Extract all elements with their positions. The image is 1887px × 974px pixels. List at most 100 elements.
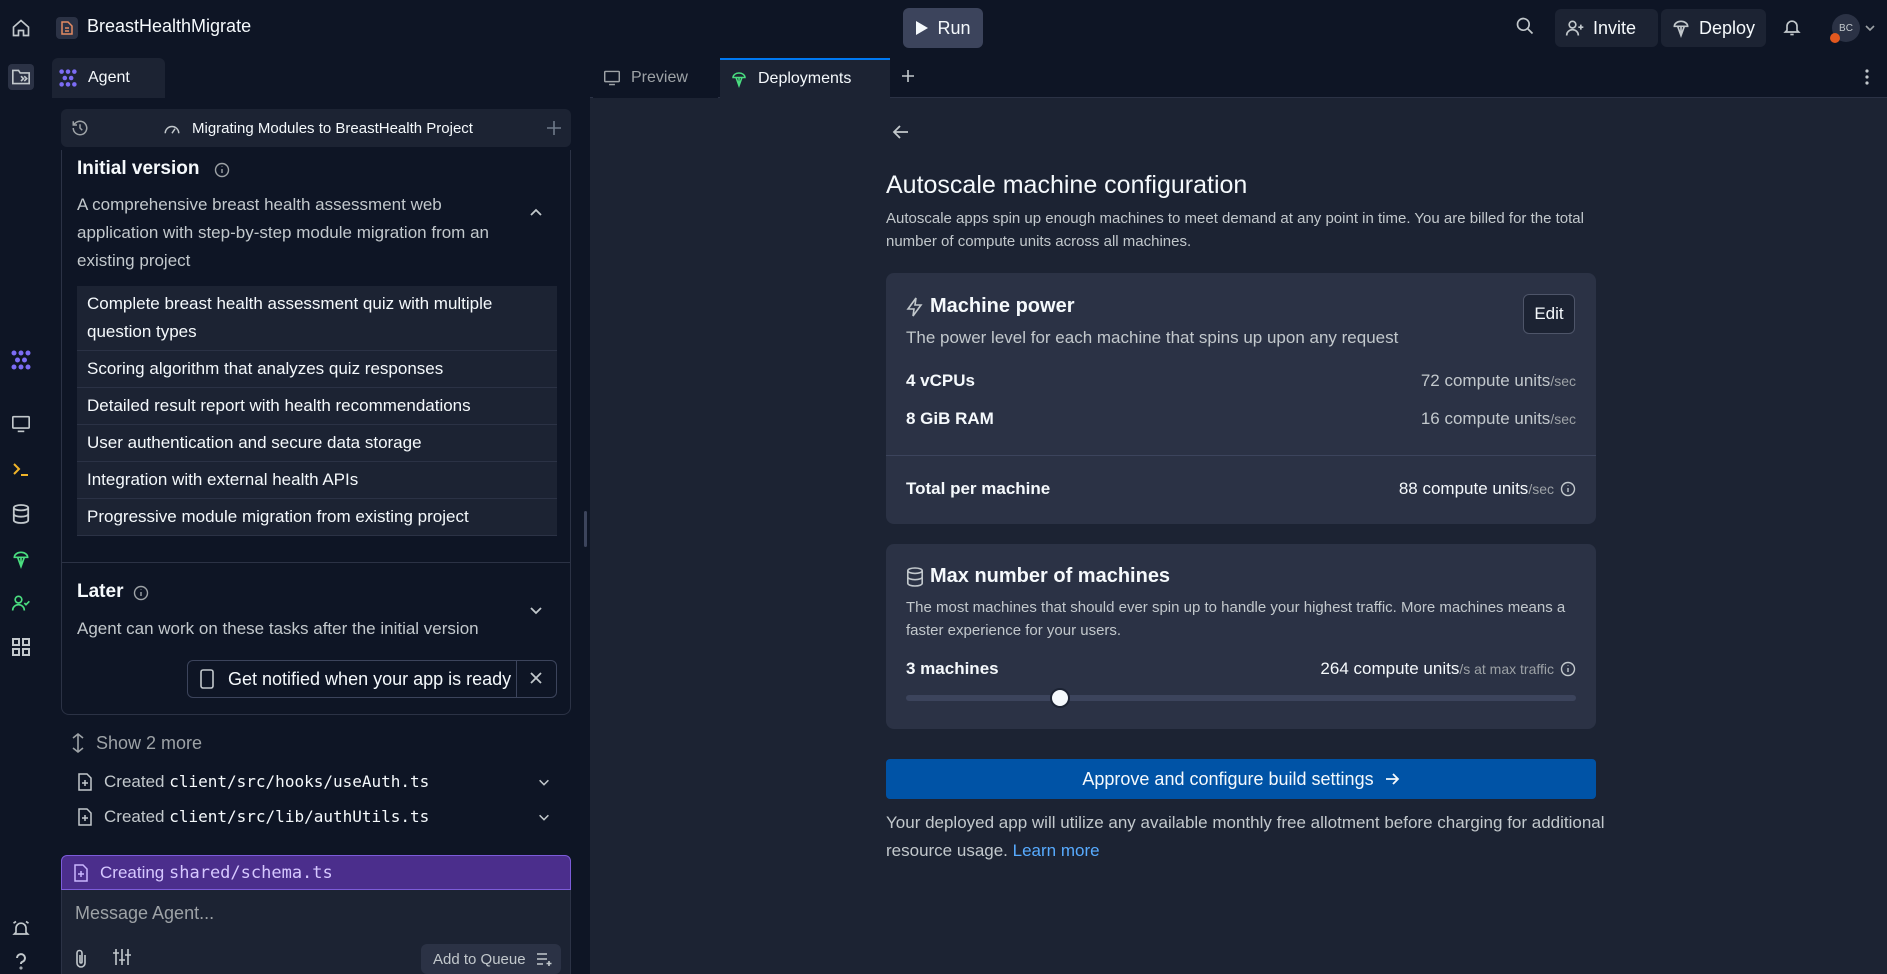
chevron-down-icon[interactable] — [528, 602, 544, 618]
machine-power-title-row: Machine power — [906, 295, 1074, 318]
agent-session-header: Migrating Modules to BreastHealth Projec… — [61, 109, 571, 147]
file-action: Created — [104, 772, 165, 791]
close-icon[interactable] — [528, 670, 544, 686]
file-plus-icon — [73, 864, 89, 882]
agent-icon[interactable] — [8, 347, 34, 373]
learn-more-link[interactable]: Learn more — [1013, 841, 1100, 860]
file-created-row[interactable]: Created client/src/hooks/useAuth.ts — [77, 769, 557, 795]
later-title: Later — [77, 581, 124, 602]
machine-power-card: Machine power The power level for each m… — [886, 273, 1596, 524]
deploy-button[interactable]: Deploy — [1661, 9, 1766, 47]
new-session-icon[interactable] — [545, 119, 563, 137]
power-row-ram: 8 GiB RAM 16 compute units/sec — [906, 409, 1576, 433]
message-input[interactable]: Message Agent... — [75, 903, 214, 924]
deployments-icon[interactable] — [8, 546, 34, 572]
file-plus-icon — [77, 808, 93, 826]
power-row-total: Total per machine 88 compute units/sec — [906, 479, 1576, 503]
total-value-text: 88 compute units — [1398, 479, 1529, 498]
edit-button[interactable]: Edit — [1523, 294, 1575, 334]
notifications-icon[interactable] — [8, 916, 34, 942]
more-vertical-icon[interactable] — [1864, 68, 1870, 86]
task-item: Complete breast health assessment quiz w… — [77, 286, 557, 351]
divider — [62, 562, 570, 563]
add-user-icon — [1565, 20, 1584, 36]
max-value-unit: /s at max traffic — [1459, 661, 1554, 677]
machine-power-title: Machine power — [930, 295, 1075, 317]
sliders-icon[interactable] — [112, 948, 132, 966]
cpu-label: 4 vCPUs — [906, 371, 975, 390]
monitor-icon — [604, 70, 620, 86]
max-machines-title-row: Max number of machines — [906, 565, 1170, 588]
max-machines-title: Max number of machines — [930, 565, 1171, 587]
max-value-text: 264 compute units — [1320, 659, 1460, 678]
history-icon[interactable] — [71, 119, 89, 137]
creating-action: Creating — [100, 863, 165, 882]
info-icon[interactable] — [133, 585, 149, 601]
database-icon — [906, 566, 924, 587]
task-item: Progressive module migration from existi… — [77, 499, 557, 536]
preview-monitor-icon[interactable] — [8, 411, 34, 437]
file-plus-icon — [77, 773, 93, 791]
apps-grid-icon[interactable] — [8, 634, 34, 660]
chevron-up-icon[interactable] — [528, 205, 544, 221]
machines-slider-track[interactable] — [906, 695, 1576, 701]
page-subtitle: Autoscale apps spin up enough machines t… — [886, 210, 1584, 250]
ram-value-unit: /sec — [1550, 411, 1576, 427]
chevron-down-icon[interactable] — [537, 775, 551, 789]
notify-banner[interactable]: Get notified when your app is ready — [187, 660, 557, 698]
avatar-status-dot — [1830, 33, 1840, 43]
chevron-down-icon[interactable] — [537, 810, 551, 824]
divider — [886, 455, 1596, 456]
tab-agent[interactable]: Agent — [52, 58, 165, 98]
max-machines-card: Max number of machines The most machines… — [886, 544, 1596, 729]
shell-icon[interactable] — [8, 456, 34, 482]
creating-label: Creating shared/schema.ts — [100, 863, 333, 883]
file-tree-icon[interactable] — [8, 64, 34, 90]
approve-label: Approve and configure build settings — [1082, 768, 1374, 789]
file-created-row[interactable]: Created client/src/lib/authUtils.ts — [77, 804, 557, 830]
info-icon[interactable] — [1560, 661, 1576, 677]
invite-button[interactable]: Invite — [1555, 9, 1658, 47]
show-more-label: Show 2 more — [96, 732, 203, 753]
panel-resize-handle[interactable] — [582, 56, 590, 974]
bell-icon[interactable] — [1782, 16, 1802, 38]
database-icon[interactable] — [8, 501, 34, 527]
back-arrow-icon[interactable] — [892, 123, 910, 141]
user-check-icon[interactable] — [8, 590, 34, 616]
task-item: Detailed result report with health recom… — [77, 388, 557, 425]
deploy-icon — [1673, 20, 1689, 38]
repl-name[interactable]: BreastHealthMigrate — [87, 16, 251, 37]
add-to-queue-button[interactable]: Add to Queue — [421, 944, 561, 974]
resize-grip[interactable] — [584, 511, 587, 547]
creating-file-banner: Creating shared/schema.ts — [61, 855, 571, 890]
search-icon[interactable] — [1515, 16, 1535, 36]
add-tab-icon[interactable] — [900, 68, 916, 84]
message-composer[interactable]: Message Agent... Add to Queue — [61, 890, 571, 974]
repl-file-icon[interactable] — [56, 17, 78, 39]
chevron-down-icon[interactable] — [1864, 22, 1876, 34]
show-more-button[interactable]: Show 2 more — [70, 732, 202, 754]
machines-slider-thumb[interactable] — [1050, 688, 1071, 708]
agent-icon — [59, 69, 77, 87]
run-button[interactable]: Run — [903, 8, 983, 48]
machine-power-description: The power level for each machine that sp… — [906, 328, 1399, 347]
approve-configure-button[interactable]: Approve and configure build settings — [886, 759, 1596, 799]
tab-deployments[interactable]: Deployments — [720, 58, 890, 98]
home-icon[interactable] — [8, 12, 34, 44]
cpu-value-unit: /sec — [1550, 373, 1576, 389]
page-title: Autoscale machine configuration — [886, 171, 1248, 199]
info-icon[interactable] — [1560, 481, 1576, 497]
max-traffic-value: 264 compute units/s at max traffic — [1320, 659, 1576, 679]
machines-count: 3 machines — [906, 659, 999, 678]
initial-version-description: A comprehensive breast health assessment… — [77, 195, 489, 270]
expand-vertical-icon — [72, 732, 84, 754]
tab-preview[interactable]: Preview — [593, 58, 718, 98]
session-title: Migrating Modules to BreastHealth Projec… — [192, 120, 473, 137]
info-icon[interactable] — [214, 162, 230, 178]
help-icon[interactable] — [8, 948, 34, 974]
agent-tab-label: Agent — [88, 69, 130, 86]
paperclip-icon[interactable] — [73, 948, 89, 968]
arrow-right-icon — [1385, 773, 1399, 785]
file-action: Created — [104, 807, 165, 826]
ram-value-text: 16 compute units — [1420, 409, 1551, 428]
